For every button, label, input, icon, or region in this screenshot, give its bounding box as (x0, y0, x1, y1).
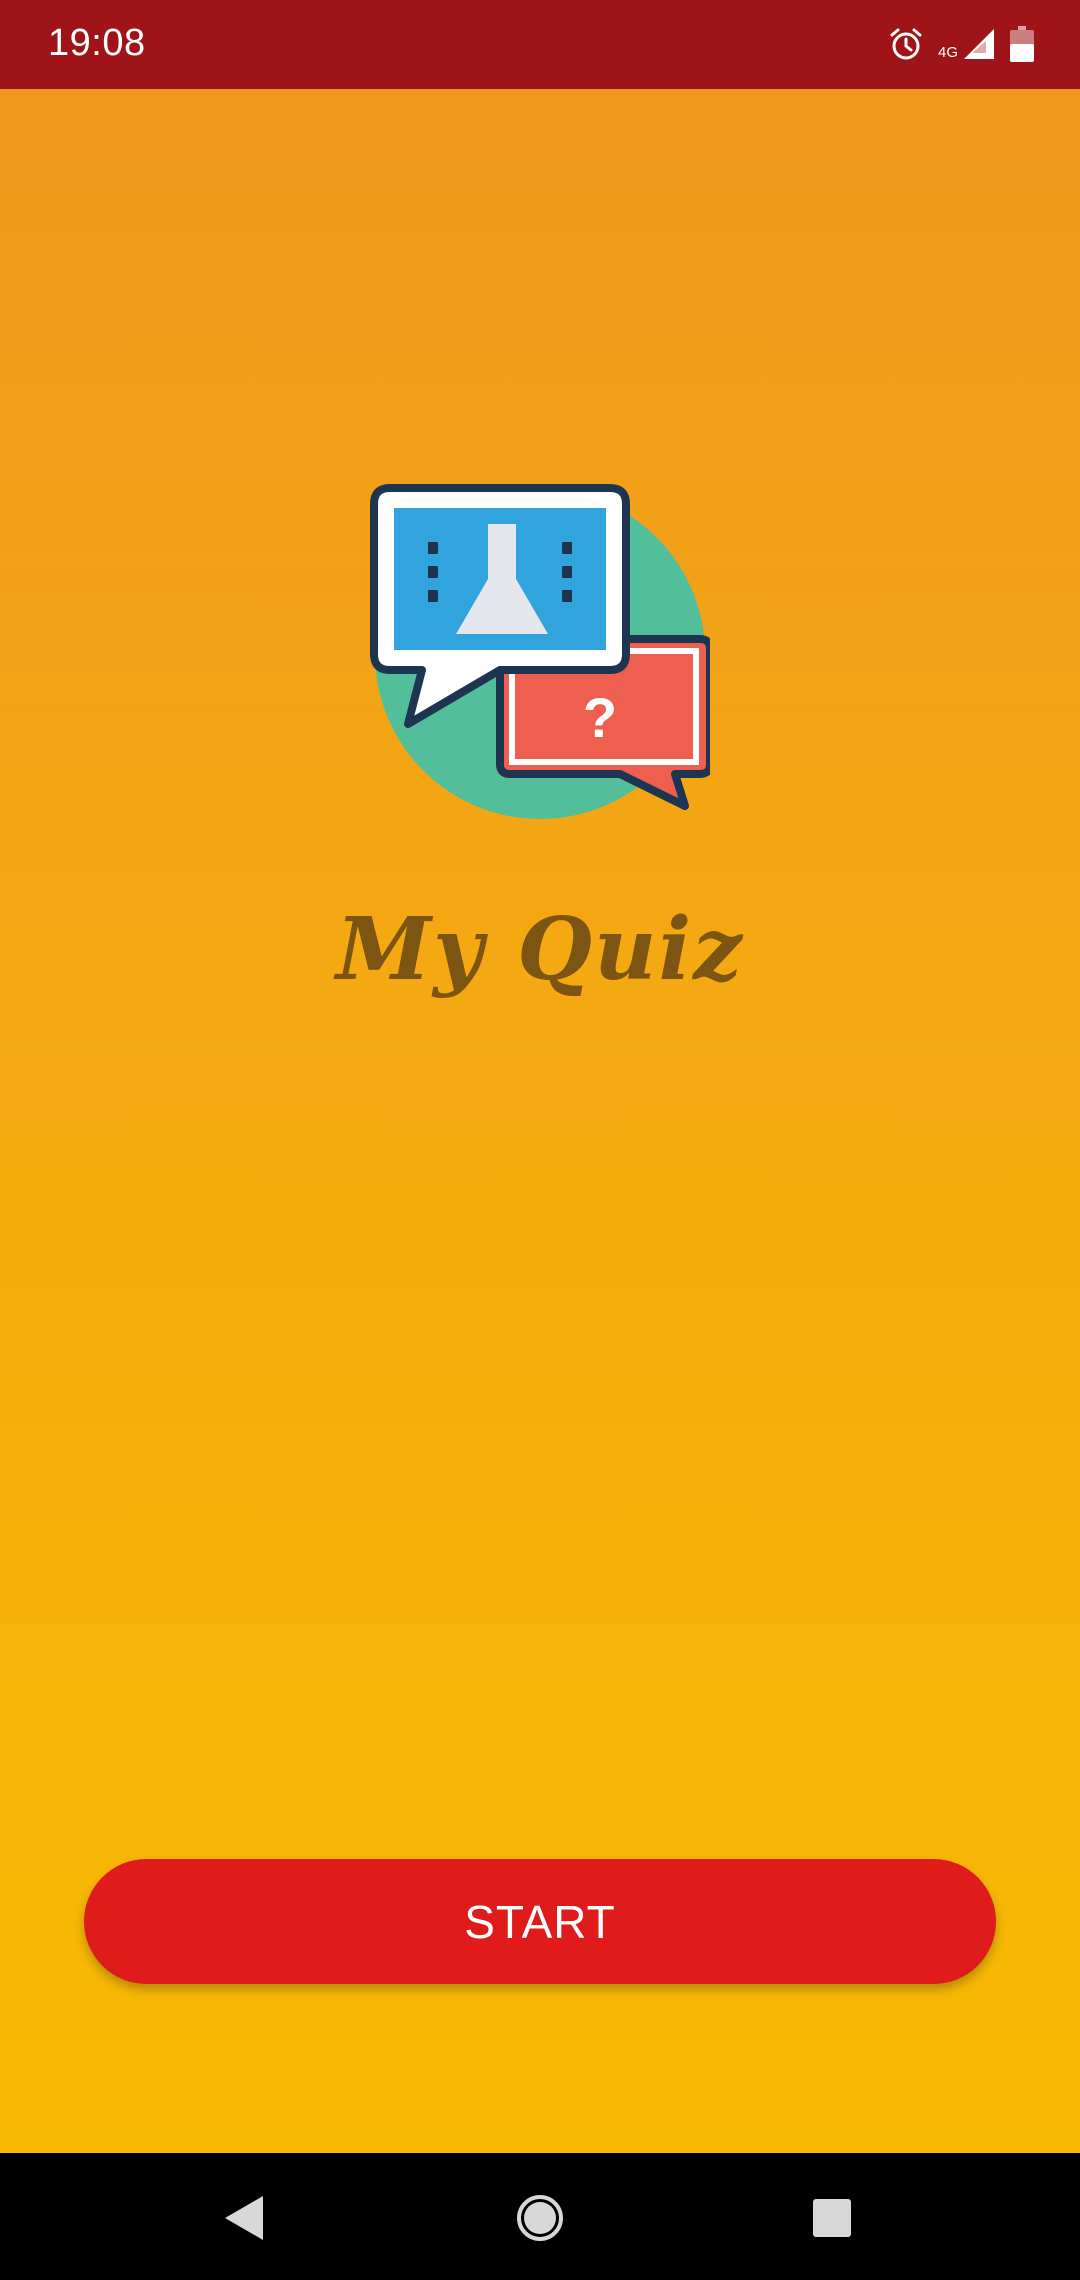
signal-icon (962, 27, 996, 61)
home-icon[interactable] (505, 2183, 575, 2253)
battery-icon (1010, 26, 1034, 62)
app-title: My Quiz (335, 899, 745, 1000)
svg-text:?: ? (583, 686, 617, 749)
recents-icon[interactable] (797, 2183, 867, 2253)
start-button[interactable]: START (84, 1859, 996, 1984)
main-screen: ? My Quiz START (0, 89, 1080, 2153)
status-bar: 19:08 4G (0, 0, 1080, 89)
network-type-label: 4G (937, 43, 958, 61)
navigation-bar (0, 2153, 1080, 2280)
status-icons: 4G (888, 22, 1034, 66)
status-time: 19:08 (48, 22, 146, 64)
back-icon[interactable] (210, 2183, 280, 2253)
quiz-logo: ? (370, 484, 714, 824)
alarm-icon (888, 26, 924, 62)
